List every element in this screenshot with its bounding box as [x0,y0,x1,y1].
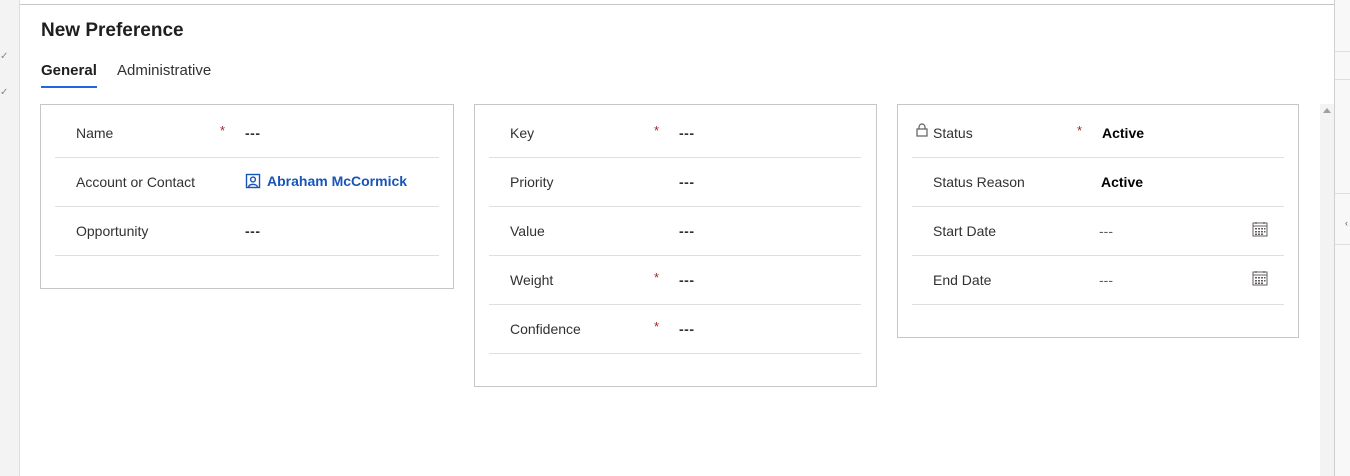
divider [1335,79,1350,80]
divider [1335,51,1350,52]
section-general-middle: Key * --- Priority --- Value --- Weight … [474,104,877,387]
required-marker: * [654,319,660,334]
weight-input[interactable]: --- [679,272,695,288]
status-value: Active [1102,125,1145,141]
divider [1335,193,1350,194]
chevron-icon: ✓ [0,51,9,62]
dialog-title: New Preference [41,20,184,41]
divider [1335,244,1350,245]
key-input[interactable]: --- [679,125,695,141]
name-input[interactable]: --- [245,125,261,141]
field-label-key: Key [510,125,535,141]
value-input[interactable]: --- [679,223,695,239]
section-general-left: Name * --- Account or Contact Abraham Mc… [40,104,454,289]
field-label-end-date: End Date [933,272,992,288]
priority-input[interactable]: --- [679,174,695,190]
tab-general-label: General [41,62,97,79]
field-label-value: Value [510,223,545,239]
field-row-opportunity: Opportunity --- [55,207,439,256]
start-date-input[interactable]: --- [1099,223,1113,239]
end-date-input[interactable]: --- [1099,272,1113,288]
field-row-end-date: End Date --- [912,256,1284,305]
required-marker: * [1077,123,1083,138]
lock-icon [916,123,928,137]
field-label-account-or-contact: Account or Contact [76,174,196,190]
field-row-weight: Weight * --- [489,256,861,305]
field-label-weight: Weight [510,272,554,288]
account-or-contact-value: Abraham McCormick [267,173,408,189]
status-reason-select[interactable]: Active [1101,174,1143,190]
field-row-key: Key * --- [489,109,861,158]
confidence-input[interactable]: --- [679,321,695,337]
chevron-icon: ✓ [0,87,9,98]
tab-administrative[interactable]: Administrative [117,62,211,79]
calendar-icon[interactable] [1252,270,1268,286]
vertical-scrollbar[interactable] [1320,104,1334,476]
field-row-priority: Priority --- [489,158,861,207]
opportunity-input[interactable]: --- [245,223,261,239]
active-tab-underline [41,86,97,88]
tab-administrative-label: Administrative [117,62,212,79]
right-side-panel: ‹ [1334,0,1350,476]
field-row-status: Status * Active [912,109,1284,158]
contact-icon [245,173,261,189]
section-general-right: Status * Active Status Reason Active Sta… [897,104,1299,338]
field-label-status: Status [933,125,973,141]
left-app-strip: ✓ ✓ [0,0,19,476]
field-row-value: Value --- [489,207,861,256]
field-row-name: Name * --- [55,109,439,158]
field-row-confidence: Confidence * --- [489,305,861,354]
calendar-icon[interactable] [1252,221,1268,237]
tab-general[interactable]: General [41,62,97,88]
expand-icon[interactable]: ‹ [1345,218,1348,228]
account-or-contact-lookup-link[interactable]: Abraham McCormick [245,173,407,189]
field-label-start-date: Start Date [933,223,997,239]
required-marker: * [220,123,226,138]
field-label-name: Name [76,125,114,141]
field-row-start-date: Start Date --- [912,207,1284,256]
field-row-account-or-contact: Account or Contact Abraham McCormick [55,158,439,207]
new-preference-dialog: New Preference General Administrative Na… [19,0,1335,476]
field-label-confidence: Confidence [510,321,581,337]
field-row-status-reason: Status Reason Active [912,158,1284,207]
dialog-top-border [20,4,1335,5]
field-label-opportunity: Opportunity [76,223,149,239]
required-marker: * [654,270,660,285]
field-label-priority: Priority [510,174,554,190]
required-marker: * [654,123,660,138]
scroll-up-arrow-icon[interactable] [1323,108,1331,113]
field-label-status-reason: Status Reason [933,174,1025,190]
